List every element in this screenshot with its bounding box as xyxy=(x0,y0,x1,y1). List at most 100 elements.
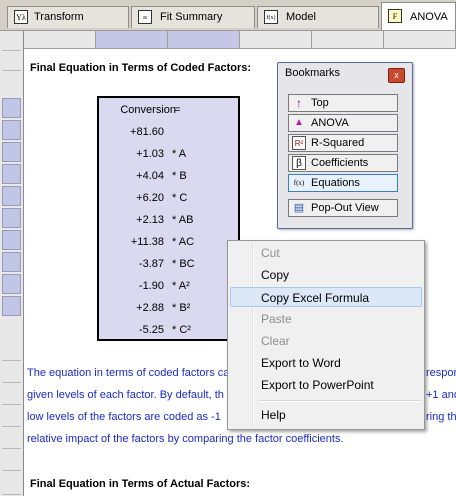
bookmark-anova-label: ANOVA xyxy=(311,117,349,129)
anova-chart-icon: ▲ xyxy=(294,117,304,128)
bookmark-equations-button[interactable]: f(x) Equations xyxy=(288,174,398,192)
bookmarks-window: Bookmarks x ↑ Top ▲ ANOVA R² R-Squared β… xyxy=(277,62,413,229)
transform-icon: Yλ xyxy=(14,10,28,24)
term-factor: * A xyxy=(172,148,187,160)
term-factor: * A² xyxy=(172,280,190,292)
equation-response-row: Conversion = xyxy=(99,104,238,126)
column-header-cell[interactable] xyxy=(168,31,240,48)
menu-item-copy-excel-formula[interactable]: Copy Excel Formula xyxy=(230,287,422,307)
coded-equation-heading: Final Equation in Terms of Coded Factors… xyxy=(30,62,252,74)
row-header-cell[interactable] xyxy=(2,407,21,427)
menu-item-cut[interactable]: Cut xyxy=(230,243,422,263)
term-factor: * B xyxy=(172,170,187,182)
bookmark-top-label: Top xyxy=(311,97,329,109)
equation-term-row: +2.88 * B² xyxy=(99,302,238,324)
row-header-cell[interactable] xyxy=(2,274,21,294)
row-header-cell[interactable] xyxy=(2,142,21,162)
menu-item-help[interactable]: Help xyxy=(230,405,422,425)
column-header-cell[interactable] xyxy=(24,31,96,48)
row-header-cell[interactable] xyxy=(2,252,21,272)
tab-model[interactable]: f(x) Model xyxy=(257,6,379,28)
tab-transform[interactable]: Yλ Transform xyxy=(7,6,129,28)
tab-transform-label: Transform xyxy=(34,11,84,23)
equation-term-row: +1.03 * A xyxy=(99,148,238,170)
tab-fit-summary[interactable]: ≡ Fit Summary xyxy=(131,6,255,28)
close-icon[interactable]: x xyxy=(388,68,405,83)
bookmark-top-button[interactable]: ↑ Top xyxy=(288,94,398,112)
paragraph-line-tail: ring the xyxy=(426,411,456,423)
term-factor: * AC xyxy=(172,236,195,248)
equation-term-row: +2.13 * AB xyxy=(99,214,238,236)
bookmarks-title: Bookmarks xyxy=(285,67,341,79)
term-coefficient: -1.90 xyxy=(138,280,164,292)
row-header-cell[interactable] xyxy=(2,429,21,449)
equation-term-row: +4.04 * B xyxy=(99,170,238,192)
r-squared-icon: R² xyxy=(292,136,306,150)
paragraph-line: low levels of the factors are coded as -… xyxy=(27,411,221,423)
term-coefficient: -3.87 xyxy=(138,258,164,270)
term-coefficient: +4.04 xyxy=(136,170,164,182)
tab-anova[interactable]: F ANOVA xyxy=(381,2,456,30)
row-header-cell[interactable] xyxy=(2,475,21,495)
row-header-cell[interactable] xyxy=(2,186,21,206)
equation-term-row: -5.25 * C² xyxy=(99,324,238,346)
row-header-cell[interactable] xyxy=(2,208,21,228)
pop-out-view-button[interactable]: ▤ Pop-Out View xyxy=(288,199,398,217)
model-icon: f(x) xyxy=(264,10,278,24)
coded-equation-table[interactable]: Conversion = +81.60 +1.03 * A +4.04 * B … xyxy=(97,96,240,341)
anova-icon: F xyxy=(388,9,402,23)
row-header-cell[interactable] xyxy=(2,51,21,71)
term-factor: * B² xyxy=(172,302,191,314)
row-header-cell[interactable] xyxy=(2,451,21,471)
menu-item-export-to-powerpoint[interactable]: Export to PowerPoint xyxy=(230,375,422,395)
tab-fit-summary-label: Fit Summary xyxy=(160,11,223,23)
column-header-strip xyxy=(24,31,456,49)
bookmark-r-squared-label: R-Squared xyxy=(311,137,365,149)
column-header-cell[interactable] xyxy=(240,31,312,48)
row-header-cell[interactable] xyxy=(2,341,21,361)
tab-anova-label: ANOVA xyxy=(410,11,448,23)
menu-item-label: Copy Excel Formula xyxy=(261,291,370,305)
menu-item-label: Help xyxy=(261,408,286,422)
term-factor: * C xyxy=(172,192,188,204)
menu-item-label: Export to Word xyxy=(261,356,341,370)
bookmark-coefficients-button[interactable]: β Coefficients xyxy=(288,154,398,172)
menu-item-paste[interactable]: Paste xyxy=(230,309,422,329)
term-factor: * BC xyxy=(172,258,195,270)
column-header-cell[interactable] xyxy=(384,31,456,48)
row-header-cell[interactable] xyxy=(2,230,21,250)
row-header-cell[interactable] xyxy=(2,363,21,383)
menu-item-label: Cut xyxy=(261,246,280,260)
term-coefficient: +1.03 xyxy=(136,148,164,160)
equation-term-row: +11.38 * AC xyxy=(99,236,238,258)
menu-separator xyxy=(258,400,422,402)
row-header-cell[interactable] xyxy=(2,98,21,118)
equation-term-row: -1.90 * A² xyxy=(99,280,238,302)
equation-term-row: +6.20 * C xyxy=(99,192,238,214)
term-factor: * C² xyxy=(172,324,191,336)
up-arrow-icon: ↑ xyxy=(296,96,302,110)
column-header-cell[interactable] xyxy=(96,31,168,48)
menu-item-copy[interactable]: Copy xyxy=(230,265,422,285)
paragraph-line: relative impact of the factors by compar… xyxy=(27,433,344,445)
bookmark-r-squared-button[interactable]: R² R-Squared xyxy=(288,134,398,152)
function-icon: f(x) xyxy=(293,179,305,187)
term-coefficient: +2.88 xyxy=(136,302,164,314)
row-header-cell[interactable] xyxy=(2,31,21,51)
row-header-cell[interactable] xyxy=(2,164,21,184)
menu-item-clear[interactable]: Clear xyxy=(230,331,422,351)
pop-out-view-label: Pop-Out View xyxy=(311,202,379,214)
menu-item-label: Export to PowerPoint xyxy=(261,378,374,392)
column-header-cell[interactable] xyxy=(312,31,384,48)
actual-equation-heading: Final Equation in Terms of Actual Factor… xyxy=(30,478,251,490)
context-menu: Cut Copy Copy Excel Formula Paste Clear … xyxy=(227,240,425,430)
term-coefficient: +81.60 xyxy=(130,126,164,138)
equation-term-row: +81.60 xyxy=(99,126,238,148)
paragraph-line: The equation in terms of coded factors c… xyxy=(27,367,230,379)
term-factor: * AB xyxy=(172,214,194,226)
row-header-cell[interactable] xyxy=(2,385,21,405)
row-header-cell[interactable] xyxy=(2,296,21,316)
row-header-cell[interactable] xyxy=(2,120,21,140)
bookmark-anova-button[interactable]: ▲ ANOVA xyxy=(288,114,398,132)
menu-item-export-to-word[interactable]: Export to Word xyxy=(230,353,422,373)
